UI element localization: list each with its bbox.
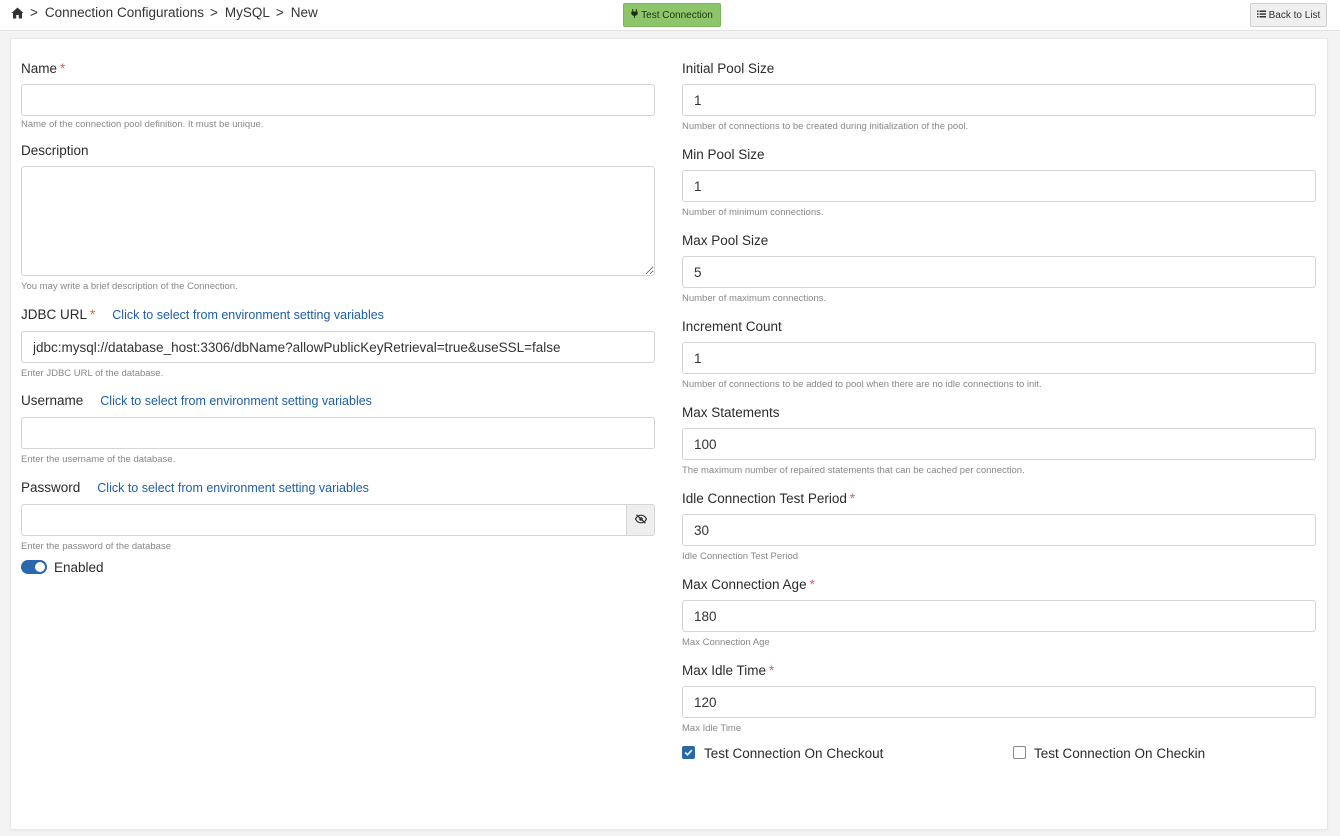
checkmark-icon [683, 747, 694, 758]
max-statements-label: Max Statements [682, 405, 780, 420]
min-pool-size-input[interactable] [682, 170, 1316, 202]
max-statements-input[interactable] [682, 428, 1316, 460]
max-idle-time-label: Max Idle Time * [682, 663, 774, 679]
breadcrumb-mysql[interactable]: MySQL [225, 5, 270, 20]
breadcrumb-new: New [290, 5, 318, 20]
max-connection-age-label: Max Connection Age * [682, 577, 815, 593]
back-to-list-button[interactable]: Back to List [1250, 3, 1327, 27]
initial-pool-size-help: Number of connections to be created duri… [682, 121, 969, 132]
name-label: Name * [21, 61, 65, 77]
name-label-text: Name [21, 61, 58, 76]
back-to-list-label: Back to List [1268, 9, 1321, 21]
max-connection-age-help: Max Connection Age [682, 637, 770, 648]
idle-connection-test-period-label-text: Idle Connection Test Period [682, 491, 847, 506]
test-on-checkin-label: Test Connection On Checkin [1034, 746, 1206, 761]
jdbc-url-help: Enter JDBC URL of the database. [21, 368, 164, 379]
required-marker: * [849, 491, 856, 506]
home-icon[interactable] [11, 7, 24, 19]
username-label: Username Click to select from environment… [21, 393, 372, 409]
description-help: You may write a brief description of the… [21, 281, 238, 292]
jdbc-env-variables-link[interactable]: Click to select from environment setting… [112, 308, 384, 322]
max-statements-help: The maximum number of repaired statement… [682, 465, 1025, 476]
max-pool-size-label: Max Pool Size [682, 233, 769, 248]
increment-count-input[interactable] [682, 342, 1316, 374]
breadcrumb-separator: > [275, 5, 284, 20]
increment-count-help: Number of connections to be added to poo… [682, 379, 1042, 390]
toggle-password-visibility-button[interactable] [626, 504, 655, 536]
max-connection-age-label-text: Max Connection Age [682, 577, 807, 592]
max-idle-time-label-text: Max Idle Time [682, 663, 767, 678]
test-on-checkout-label: Test Connection On Checkout [704, 746, 884, 761]
name-input[interactable] [21, 84, 655, 116]
required-marker: * [769, 663, 775, 678]
max-pool-size-input[interactable] [682, 256, 1316, 288]
enabled-label: Enabled [54, 560, 104, 575]
max-connection-age-input[interactable] [682, 600, 1316, 632]
max-idle-time-input[interactable] [682, 686, 1316, 718]
top-bar: > Connection Configurations > MySQL > Ne… [0, 0, 1340, 31]
password-input[interactable] [21, 504, 627, 536]
breadcrumb: > Connection Configurations > MySQL > Ne… [11, 5, 318, 20]
max-pool-size-help: Number of maximum connections. [682, 293, 827, 304]
name-help: Name of the connection pool definition. … [21, 119, 264, 130]
plug-icon [631, 9, 638, 21]
breadcrumb-separator: > [210, 5, 218, 20]
eye-slash-icon [634, 511, 647, 529]
required-marker: * [60, 61, 66, 76]
required-marker: * [90, 307, 96, 322]
username-help: Enter the username of the database. [21, 454, 176, 465]
description-label: Description [21, 143, 89, 158]
min-pool-size-help: Number of minimum connections. [682, 207, 824, 218]
breadcrumb-connection-configurations[interactable]: Connection Configurations [45, 5, 204, 20]
enabled-toggle[interactable] [21, 560, 47, 574]
min-pool-size-label: Min Pool Size [682, 147, 765, 162]
list-icon [1256, 10, 1266, 21]
max-idle-time-help: Max Idle Time [682, 723, 742, 734]
username-label-text: Username [21, 393, 84, 408]
increment-count-label: Increment Count [682, 319, 782, 334]
idle-connection-test-period-help: Idle Connection Test Period [682, 551, 799, 562]
test-connection-button[interactable]: Test Connection [623, 3, 721, 27]
required-marker: * [809, 577, 815, 592]
test-on-checkin-checkbox[interactable] [1013, 746, 1026, 759]
test-connection-label: Test Connection [641, 9, 713, 21]
test-on-checkout-checkbox[interactable] [682, 746, 695, 759]
jdbc-url-input[interactable] [21, 331, 655, 363]
breadcrumb-separator: > [30, 5, 38, 20]
password-help: Enter the password of the database [21, 541, 171, 552]
initial-pool-size-label: Initial Pool Size [682, 61, 775, 76]
idle-connection-test-period-input[interactable] [682, 514, 1316, 546]
username-input[interactable] [21, 417, 655, 449]
jdbc-url-label-text: JDBC URL [21, 307, 88, 322]
password-label-text: Password [21, 480, 81, 495]
initial-pool-size-input[interactable] [682, 84, 1316, 116]
password-env-variables-link[interactable]: Click to select from environment setting… [97, 481, 369, 495]
description-textarea[interactable] [21, 166, 655, 276]
username-env-variables-link[interactable]: Click to select from environment setting… [100, 394, 372, 408]
jdbc-url-label: JDBC URL * Click to select from environmen… [21, 307, 384, 323]
idle-connection-test-period-label: Idle Connection Test Period * [682, 491, 855, 507]
password-label: Password Click to select from environment… [21, 480, 369, 496]
